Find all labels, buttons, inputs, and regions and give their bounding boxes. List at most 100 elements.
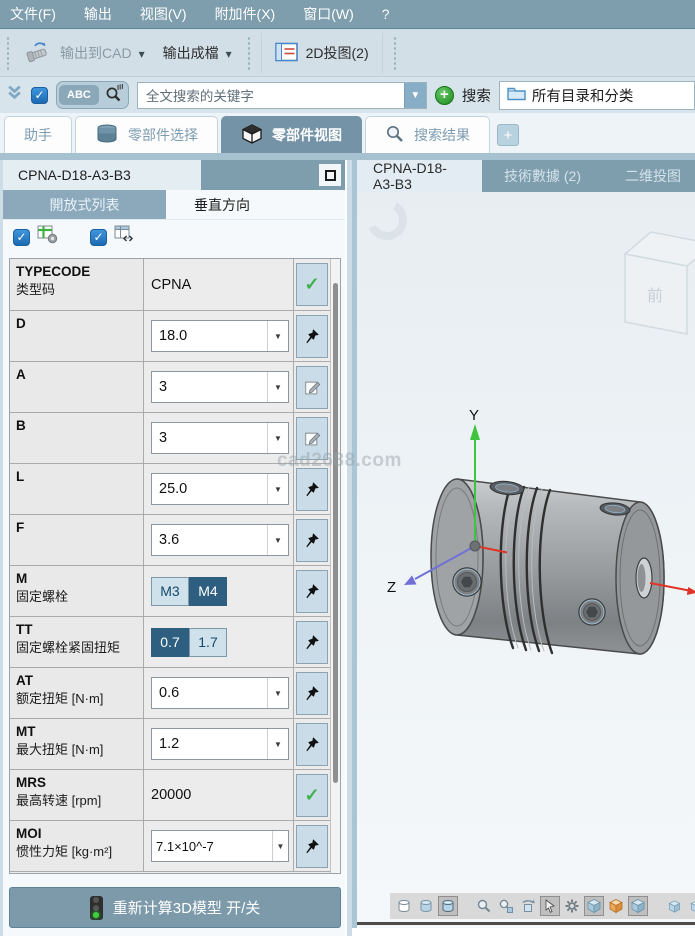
panel-title[interactable]: CPNA-D18-A3-B3 <box>3 160 201 190</box>
menu-view[interactable]: 视图(V) <box>140 4 187 24</box>
tab-assistant[interactable]: 助手 <box>4 116 72 153</box>
chevron-down-icon[interactable] <box>267 474 288 504</box>
table-row: M固定螺栓 M3M4 <box>10 566 340 617</box>
zoom-icon[interactable] <box>474 896 494 916</box>
toggle-option-selected[interactable]: 0.7 <box>151 628 189 657</box>
menu-addons[interactable]: 附加件(X) <box>215 4 276 24</box>
rotate-view-icon[interactable] <box>518 896 538 916</box>
toolbar-grip[interactable] <box>393 36 397 70</box>
confirm-button[interactable] <box>296 774 328 817</box>
tab-search-results[interactable]: 搜索结果 <box>365 116 490 153</box>
add-search-icon[interactable] <box>435 86 454 105</box>
search-icon <box>385 124 405 147</box>
chevron-down-icon[interactable] <box>267 678 288 708</box>
chevron-down-icon[interactable] <box>267 729 288 759</box>
display-mode-icon[interactable] <box>584 896 604 916</box>
chevron-down-icon[interactable] <box>267 372 288 402</box>
main-tab-bar: 助手 零部件选择 零部件视图 搜索结果 + <box>0 113 695 153</box>
pin-button[interactable] <box>296 468 328 511</box>
chevron-down-icon[interactable] <box>267 321 288 351</box>
toolbar-grip[interactable] <box>6 36 10 70</box>
tab-technical-data[interactable]: 技術數據 (2) <box>490 160 595 192</box>
chevron-down-icon[interactable] <box>272 831 288 861</box>
param-value-dropdown[interactable]: 7.1×10^-7 <box>151 830 289 862</box>
wireframe-view-icon[interactable] <box>394 896 414 916</box>
chevron-down-icon[interactable] <box>226 45 232 61</box>
tab-open-list[interactable]: 開放式列表 <box>3 190 166 219</box>
param-value-dropdown[interactable]: 3 <box>151 422 289 454</box>
zoom-fit-icon[interactable] <box>496 896 516 916</box>
orientation-cube: 前 <box>625 232 695 334</box>
pin-button[interactable] <box>296 723 328 766</box>
pin-button[interactable] <box>296 570 328 613</box>
add-tab-button[interactable]: + <box>497 124 519 146</box>
collapse-chevron-icon[interactable] <box>6 84 23 106</box>
folder-icon <box>507 86 526 105</box>
axes-origin <box>470 541 480 551</box>
param-code: B <box>16 418 141 435</box>
export-file-button[interactable]: 输出成檔 <box>154 33 241 73</box>
toggle-option-selected[interactable]: M4 <box>189 577 227 606</box>
toggle-option[interactable]: 1.7 <box>189 628 227 657</box>
param-value-dropdown[interactable]: 0.6 <box>151 677 289 709</box>
pin-button[interactable] <box>296 519 328 562</box>
pin-button[interactable] <box>296 825 328 868</box>
tab-underline-strip <box>0 153 695 160</box>
table-export-icon[interactable] <box>114 225 135 249</box>
menu-help[interactable]: ? <box>382 6 390 22</box>
toggle-option[interactable]: M3 <box>151 577 189 606</box>
param-value-dropdown[interactable]: 3 <box>151 371 289 403</box>
edit-button[interactable] <box>296 366 328 409</box>
2d-projection-button[interactable]: 2D投图(2) <box>266 33 378 73</box>
menu-window[interactable]: 窗口(W) <box>303 4 354 24</box>
recalculate-3d-button[interactable]: 重新计算3D模型 开/关 <box>9 887 341 928</box>
section-cube-icon[interactable] <box>606 896 626 916</box>
search-bar: ABC 全文搜索的关键字 搜索 所有目录和分类 <box>0 77 695 113</box>
tab-part-view[interactable]: 零部件视图 <box>221 116 362 153</box>
text-search-mode-button[interactable]: ABC <box>56 81 129 109</box>
tab-2d-projection[interactable]: 二维投图 <box>611 160 695 192</box>
shaded-edges-view-icon[interactable] <box>438 896 458 916</box>
param-code: M <box>16 571 141 588</box>
shaded-view-icon[interactable] <box>416 896 436 916</box>
param-value-dropdown[interactable]: 25.0 <box>151 473 289 505</box>
search-enabled-checkbox[interactable] <box>31 87 48 104</box>
pin-icon <box>304 838 320 854</box>
param-value-dropdown[interactable]: 1.2 <box>151 728 289 760</box>
table-option-checkbox-2[interactable] <box>90 229 107 246</box>
select-cursor-icon[interactable] <box>540 896 560 916</box>
settings-gear-icon[interactable] <box>562 896 582 916</box>
param-value-dropdown[interactable]: 18.0 <box>151 320 289 352</box>
chevron-down-icon[interactable] <box>267 525 288 555</box>
tab-vertical[interactable]: 垂直方向 <box>166 190 278 219</box>
iso-cube-icon[interactable] <box>628 896 648 916</box>
table-row: TYPECODE类型码 CPNA <box>10 259 340 311</box>
table-scrollbar[interactable] <box>330 259 340 873</box>
pin-button[interactable] <box>296 315 328 358</box>
export-to-cad-button[interactable]: 输出到CAD <box>16 33 154 73</box>
tab-3d-view[interactable]: CPNA-D18-A3-B3 <box>357 160 482 192</box>
edit-button[interactable] <box>296 417 328 460</box>
confirm-button[interactable] <box>296 263 328 306</box>
table-settings-icon[interactable] <box>37 225 58 249</box>
chevron-down-icon[interactable] <box>267 423 288 453</box>
view-orientation-icon[interactable] <box>664 896 684 916</box>
catalog-scope-field[interactable]: 所有目录和分类 <box>499 81 695 110</box>
param-value-dropdown[interactable]: 3.6 <box>151 524 289 556</box>
search-history-dropdown[interactable] <box>404 83 426 108</box>
table-option-checkbox-1[interactable] <box>13 229 30 246</box>
search-input[interactable]: 全文搜索的关键字 <box>137 82 427 109</box>
menu-file[interactable]: 文件(F) <box>10 4 56 24</box>
pin-button[interactable] <box>296 672 328 715</box>
pin-button[interactable] <box>296 621 328 664</box>
toolbar-grip[interactable] <box>247 36 251 70</box>
3d-viewport[interactable]: 前 <box>357 192 695 928</box>
tab-part-selection[interactable]: 零部件选择 <box>75 116 218 153</box>
maximize-button[interactable] <box>319 164 341 186</box>
pin-icon <box>304 685 320 701</box>
menu-export[interactable]: 输出 <box>84 4 112 24</box>
scrollbar-thumb[interactable] <box>333 283 338 783</box>
chevron-down-icon[interactable] <box>139 45 145 61</box>
view-orientation-icon[interactable] <box>686 896 695 916</box>
table-row: L 25.0 <box>10 464 340 515</box>
